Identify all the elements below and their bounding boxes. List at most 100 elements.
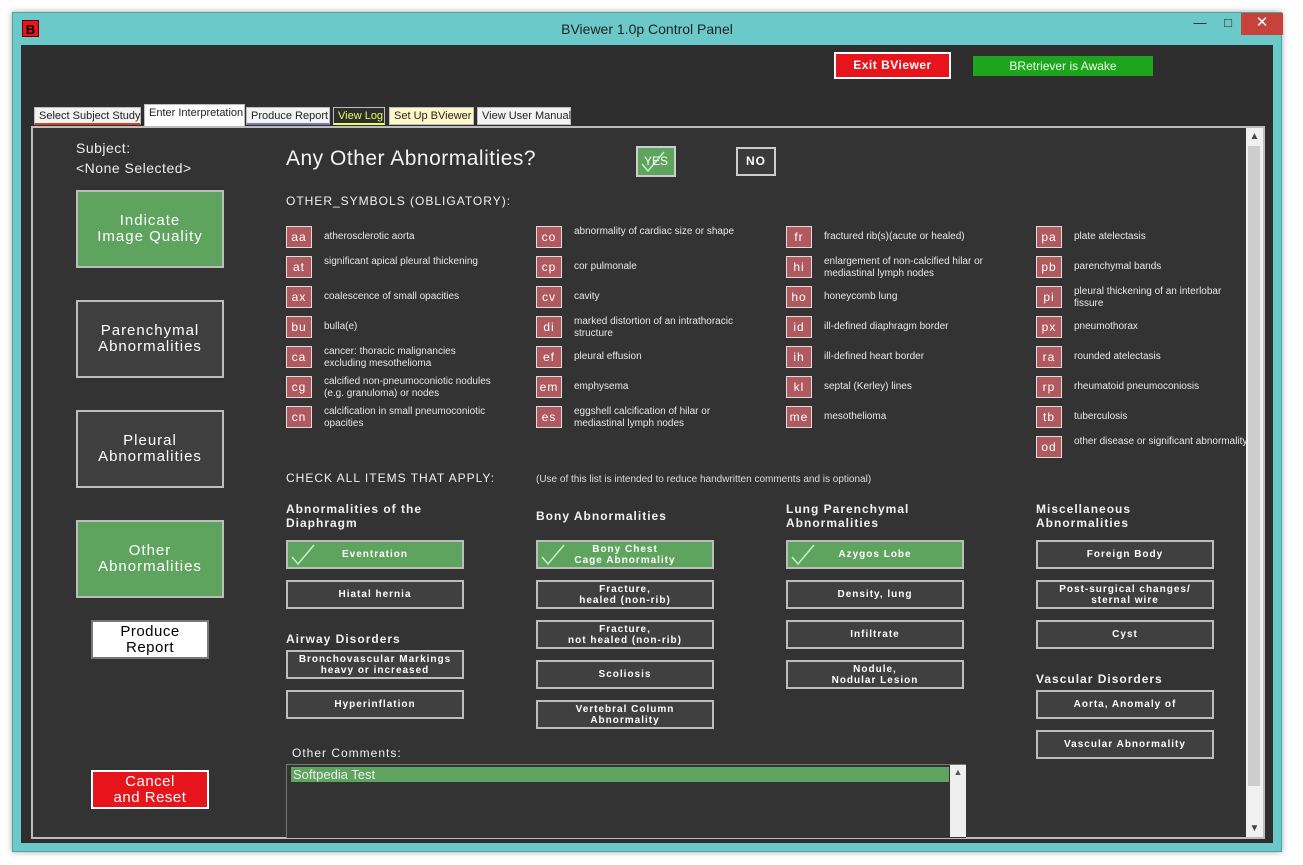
symbol-code-button[interactable]: di bbox=[536, 316, 562, 338]
tab-enter-interpretation[interactable]: Enter Interpretation bbox=[144, 104, 245, 126]
symbol-code-button[interactable]: hi bbox=[786, 256, 812, 278]
azygos-lobe-button[interactable]: Azygos Lobe bbox=[786, 540, 964, 569]
symbol-code-button[interactable]: ca bbox=[286, 346, 312, 368]
aorta-anomaly-button[interactable]: Aorta, Anomaly of bbox=[1036, 690, 1214, 719]
scoliosis-button[interactable]: Scoliosis bbox=[536, 660, 714, 689]
symbol-code-button[interactable]: kl bbox=[786, 376, 812, 398]
symbol-code-button[interactable]: ax bbox=[286, 286, 312, 308]
button-label-line: Aorta, Anomaly of bbox=[1073, 699, 1177, 710]
button-label-line: and Reset bbox=[113, 788, 187, 806]
fracture-healed-button[interactable]: Fracture, healed (non-rib) bbox=[536, 580, 714, 609]
symbol-code-button[interactable]: ih bbox=[786, 346, 812, 368]
scrollbar-thumb[interactable] bbox=[1248, 146, 1260, 786]
indicate-image-quality-button[interactable]: Indicate Image Quality bbox=[76, 190, 224, 268]
cancel-and-reset-button[interactable]: Cancel and Reset bbox=[91, 770, 209, 809]
symbol-row-ax: ax coalescence of small opacities bbox=[286, 286, 526, 316]
nodule-button[interactable]: Nodule, Nodular Lesion bbox=[786, 660, 964, 689]
symbol-description: pleural thickening of an interlobar fiss… bbox=[1074, 286, 1222, 309]
other-abnormalities-button[interactable]: Other Abnormalities bbox=[76, 520, 224, 598]
window-title: BViewer 1.0p Control Panel bbox=[561, 21, 733, 37]
symbol-row-fr: fr fractured rib(s)(acute or healed) bbox=[786, 226, 1026, 256]
symbol-code-button[interactable]: od bbox=[1036, 436, 1062, 458]
tab-view-log[interactable]: View Log bbox=[333, 107, 385, 125]
symbol-code-button[interactable]: cg bbox=[286, 376, 312, 398]
foreign-body-button[interactable]: Foreign Body bbox=[1036, 540, 1214, 569]
client-area: Exit BViewer BRetriever is Awake Select … bbox=[21, 45, 1273, 843]
hyperinflation-button[interactable]: Hyperinflation bbox=[286, 690, 464, 719]
button-label-line: heavy or increased bbox=[320, 664, 430, 676]
eventration-button[interactable]: Eventration bbox=[286, 540, 464, 569]
symbol-code-button[interactable]: ef bbox=[536, 346, 562, 368]
app-window: B BViewer 1.0p Control Panel — □ ✕ Exit … bbox=[12, 12, 1283, 852]
cyst-button[interactable]: Cyst bbox=[1036, 620, 1214, 649]
symbol-code-button[interactable]: pi bbox=[1036, 286, 1062, 308]
post-surgical-button[interactable]: Post-surgical changes/sternal wire bbox=[1036, 580, 1214, 609]
symbol-row-hi: hi enlargement of non-calcified hilar or … bbox=[786, 256, 1026, 286]
symbol-code-button[interactable]: cp bbox=[536, 256, 562, 278]
symbol-description: cavity bbox=[574, 291, 600, 302]
no-button[interactable]: NO bbox=[736, 147, 776, 176]
title-bar[interactable]: B BViewer 1.0p Control Panel — □ ✕ bbox=[13, 13, 1283, 45]
fracture-not-healed-button[interactable]: Fracture, not healed (non-rib) bbox=[536, 620, 714, 649]
vascular-abnormality-button[interactable]: Vascular Abnormality bbox=[1036, 730, 1214, 759]
vertebral-column-button[interactable]: Vertebral Column Abnormality bbox=[536, 700, 714, 729]
chevron-down-icon[interactable]: ▼ bbox=[1246, 820, 1263, 837]
symbol-code-button[interactable]: ra bbox=[1036, 346, 1062, 368]
symbol-row-em: em emphysema bbox=[536, 376, 776, 406]
maximize-icon[interactable]: □ bbox=[1213, 13, 1243, 35]
symbol-code-button[interactable]: co bbox=[536, 226, 562, 248]
chevron-up-icon[interactable]: ▲ bbox=[950, 765, 966, 779]
tab-set-up-bviewer[interactable]: Set Up BViewer bbox=[389, 107, 474, 125]
symbol-code-button[interactable]: at bbox=[286, 256, 312, 278]
pleural-abnormalities-button[interactable]: Pleural Abnormalities bbox=[76, 410, 224, 488]
tab-select-subject-study[interactable]: Select Subject Study bbox=[34, 107, 141, 125]
infiltrate-button[interactable]: Infiltrate bbox=[786, 620, 964, 649]
parenchymal-abnormalities-button[interactable]: Parenchymal Abnormalities bbox=[76, 300, 224, 378]
minimize-icon[interactable]: — bbox=[1185, 13, 1215, 35]
bony-chest-cage-button[interactable]: Bony Chest Cage Abnormality bbox=[536, 540, 714, 569]
symbol-code-button[interactable]: bu bbox=[286, 316, 312, 338]
produce-report-button[interactable]: Produce Report bbox=[91, 620, 209, 659]
button-label-line: Density, lung bbox=[837, 589, 913, 600]
chevron-up-icon[interactable]: ▲ bbox=[1246, 128, 1263, 145]
panel-scrollbar[interactable]: ▲ ▼ bbox=[1246, 128, 1263, 837]
category-line: Abnormalities of the bbox=[286, 502, 423, 516]
symbol-column: co abnormality of cardiac size or shape cp… bbox=[536, 226, 776, 436]
other-comments-textarea[interactable]: Softpedia Test ▲ bbox=[286, 764, 966, 838]
symbol-code-button[interactable]: em bbox=[536, 376, 562, 398]
symbol-code-button[interactable]: id bbox=[786, 316, 812, 338]
category-diaphragm: Abnormalities of the Diaphragm bbox=[286, 502, 422, 530]
comments-scrollbar[interactable]: ▲ bbox=[950, 765, 966, 837]
symbol-code-button[interactable]: cn bbox=[286, 406, 312, 428]
density-lung-button[interactable]: Density, lung bbox=[786, 580, 964, 609]
symbol-code-button[interactable]: rp bbox=[1036, 376, 1062, 398]
symbol-code-button[interactable]: es bbox=[536, 406, 562, 428]
symbol-code-button[interactable]: cv bbox=[536, 286, 562, 308]
close-icon[interactable]: ✕ bbox=[1241, 13, 1283, 35]
symbol-code-button[interactable]: fr bbox=[786, 226, 812, 248]
button-label-line: Vertebral Column bbox=[575, 703, 675, 715]
other-abnormalities-question: Any Other Abnormalities? bbox=[286, 147, 537, 170]
symbol-code-button[interactable]: aa bbox=[286, 226, 312, 248]
tab-produce-report[interactable]: Produce Report bbox=[246, 107, 330, 125]
button-label-line: Fracture, bbox=[599, 623, 651, 635]
symbol-description: bulla(e) bbox=[324, 321, 358, 332]
symbol-code-button[interactable]: px bbox=[1036, 316, 1062, 338]
symbol-code-button[interactable]: pa bbox=[1036, 226, 1062, 248]
symbol-code-button[interactable]: me bbox=[786, 406, 812, 428]
button-label-line: Other bbox=[128, 542, 172, 559]
hiatal-hernia-button[interactable]: Hiatal hernia bbox=[286, 580, 464, 609]
bronchovascular-markings-button[interactable]: Bronchovascular Markings heavy or increas… bbox=[286, 650, 464, 679]
tab-view-user-manual[interactable]: View User Manual bbox=[477, 107, 571, 125]
button-label-line: Post-surgical changes/ bbox=[1059, 583, 1191, 595]
symbol-code-button[interactable]: pb bbox=[1036, 256, 1062, 278]
symbol-code-button[interactable]: tb bbox=[1036, 406, 1062, 428]
symbol-description: cor pulmonale bbox=[574, 261, 637, 272]
symbol-code-button[interactable]: ho bbox=[786, 286, 812, 308]
symbol-description: eggshell calcification of hilar or media… bbox=[574, 406, 711, 429]
symbol-description: coalescence of small opacities bbox=[324, 291, 460, 302]
exit-bviewer-button[interactable]: Exit BViewer bbox=[834, 52, 951, 79]
button-label-line: Bronchovascular Markings bbox=[298, 653, 452, 665]
yes-button[interactable]: YES bbox=[636, 146, 676, 177]
symbol-description: parenchymal bands bbox=[1074, 261, 1162, 272]
